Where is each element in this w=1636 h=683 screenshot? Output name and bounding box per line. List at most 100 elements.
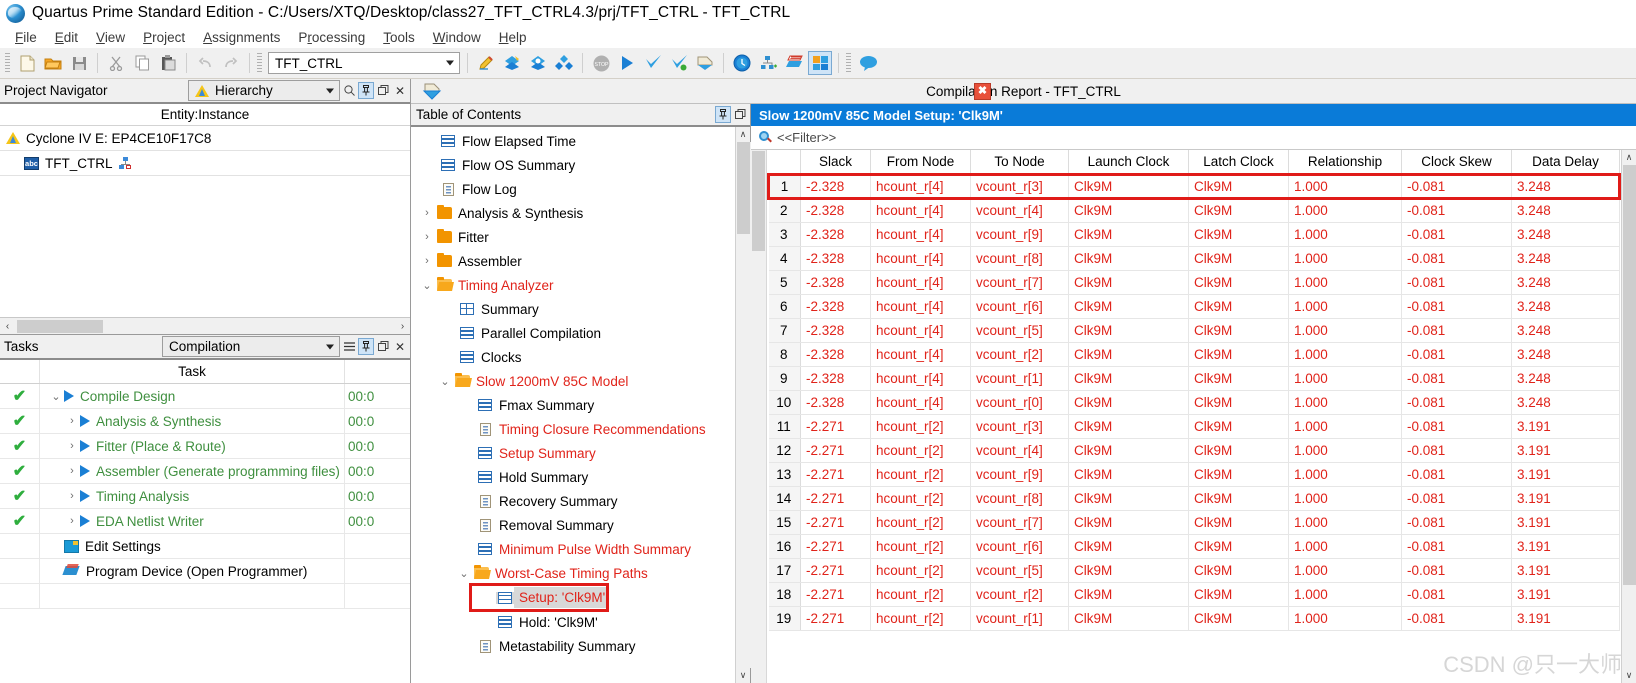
toc-item-metastability-summary[interactable]: Metastability Summary bbox=[411, 634, 735, 658]
menu-edit[interactable]: Edit bbox=[46, 29, 87, 46]
task-row[interactable]: ✔ › Assembler (Generate programming file… bbox=[0, 459, 410, 484]
close-icon[interactable]: ✕ bbox=[392, 82, 408, 99]
table-row[interactable]: 1 -2.328 hcount_r[4] vcount_r[3] Clk9M Clk9M 1… bbox=[767, 172, 1621, 200]
scroll-right-icon[interactable]: › bbox=[395, 319, 410, 334]
new-file-icon[interactable] bbox=[15, 51, 39, 75]
menu-project[interactable]: Project bbox=[134, 29, 194, 46]
table-row[interactable]: 16 -2.271 hcount_r[2] vcount_r[6] Clk9M Clk9M… bbox=[768, 534, 1620, 559]
task-cell[interactable]: Edit Settings bbox=[40, 534, 345, 558]
paste-icon[interactable] bbox=[156, 51, 180, 75]
project-revision-combo[interactable]: TFT_CTRL bbox=[268, 52, 460, 74]
undo-icon[interactable] bbox=[193, 51, 217, 75]
task-row[interactable]: ✔ › Fitter (Place & Route) 00:0 bbox=[0, 434, 410, 459]
assembler-icon[interactable] bbox=[693, 51, 717, 75]
table-row[interactable]: 17 -2.271 hcount_r[2] vcount_r[5] Clk9M Clk9M… bbox=[768, 558, 1620, 583]
hierarchy-view-combo[interactable]: Hierarchy bbox=[188, 80, 340, 101]
filter-input[interactable]: <<Filter>> bbox=[777, 130, 836, 145]
chevron-right-icon[interactable]: › bbox=[419, 255, 435, 267]
message-bubble-icon[interactable] bbox=[856, 51, 880, 75]
save-icon[interactable] bbox=[67, 51, 91, 75]
scroll-up-icon[interactable]: ∧ bbox=[1622, 150, 1636, 165]
toc-item-summary[interactable]: Summary bbox=[411, 297, 735, 321]
pencil-edit-icon[interactable] bbox=[474, 51, 498, 75]
menu-help[interactable]: Help bbox=[490, 29, 536, 46]
scroll-left-icon[interactable]: ‹ bbox=[0, 319, 15, 334]
task-cell[interactable]: › Fitter (Place & Route) bbox=[40, 434, 345, 458]
toc-item-recovery-summary[interactable]: Recovery Summary bbox=[411, 489, 735, 513]
column-header-to-node[interactable]: To Node bbox=[970, 150, 1069, 175]
toc-item-assembler[interactable]: › Assembler bbox=[411, 249, 735, 273]
toc-item-analysis-synthesis[interactable]: › Analysis & Synthesis bbox=[411, 201, 735, 225]
run-task-icon[interactable] bbox=[80, 490, 90, 502]
timing-analyzer-icon[interactable] bbox=[730, 51, 754, 75]
toc-item-minimum-pulse-width-summary[interactable]: Minimum Pulse Width Summary bbox=[411, 537, 735, 561]
table-row[interactable]: 9 -2.328 hcount_r[4] vcount_r[1] Clk9M Clk9M 1… bbox=[768, 366, 1620, 391]
left-scroll-thumb[interactable] bbox=[752, 151, 765, 251]
toc-item-slow-model[interactable]: ⌄ Slow 1200mV 85C Model bbox=[411, 369, 735, 393]
toc-item-fmax-summary[interactable]: Fmax Summary bbox=[411, 393, 735, 417]
pin-icon[interactable] bbox=[358, 338, 374, 355]
task-cell[interactable]: › Analysis & Synthesis bbox=[40, 409, 345, 433]
toc-item-setup-clk9m[interactable]: Setup: 'Clk9M' bbox=[469, 583, 610, 612]
undock-icon[interactable] bbox=[732, 106, 748, 123]
grid-vscroll-track[interactable] bbox=[1621, 165, 1636, 668]
table-row[interactable]: 4 -2.328 hcount_r[4] vcount_r[8] Clk9M Clk9M 1… bbox=[768, 246, 1620, 271]
table-row[interactable]: 15 -2.271 hcount_r[2] vcount_r[7] Clk9M Clk9M… bbox=[768, 510, 1620, 535]
toc-item-timing-closure-recommendations[interactable]: Timing Closure Recommendations bbox=[411, 417, 735, 441]
hscroll-thumb[interactable] bbox=[17, 319, 103, 333]
toc-item-worst-case-timing-paths[interactable]: ⌄ Worst-Case Timing Paths bbox=[411, 561, 735, 585]
chevron-right-icon[interactable]: › bbox=[419, 231, 435, 243]
hscroll-track[interactable] bbox=[15, 319, 395, 333]
toc-item-clocks[interactable]: Clocks bbox=[411, 345, 735, 369]
column-header-relationship[interactable]: Relationship bbox=[1288, 150, 1402, 175]
report-grid-left-scrollbar[interactable] bbox=[751, 150, 767, 683]
column-header-latch-clock[interactable]: Latch Clock bbox=[1188, 150, 1289, 175]
toc-vscroll-thumb[interactable] bbox=[736, 142, 750, 234]
task-cell[interactable]: › Timing Analysis bbox=[40, 484, 345, 508]
toc-vscrollbar[interactable]: ∧ ∨ bbox=[735, 127, 751, 683]
pin-planner-icon[interactable] bbox=[756, 51, 780, 75]
table-row[interactable]: 14 -2.271 hcount_r[2] vcount_r[8] Clk9M Clk9M… bbox=[768, 486, 1620, 511]
table-row[interactable]: 11 -2.271 hcount_r[2] vcount_r[3] Clk9M Clk9M… bbox=[768, 414, 1620, 439]
start-compilation-icon[interactable] bbox=[615, 51, 639, 75]
chevron-right-icon[interactable]: › bbox=[419, 207, 435, 219]
task-cell[interactable]: › Assembler (Generate programming files) bbox=[40, 459, 345, 483]
column-header-from-node[interactable]: From Node bbox=[870, 150, 971, 175]
table-row[interactable]: 18 -2.271 hcount_r[2] vcount_r[2] Clk9M Clk9M… bbox=[768, 582, 1620, 607]
toc-item-hold-summary[interactable]: Hold Summary bbox=[411, 465, 735, 489]
cut-icon[interactable] bbox=[104, 51, 128, 75]
compile-flow-icon[interactable] bbox=[552, 51, 576, 75]
run-task-icon[interactable] bbox=[64, 390, 74, 402]
menu-view[interactable]: View bbox=[87, 29, 134, 46]
report-grid-vscrollbar[interactable]: ∧ ∨ bbox=[1621, 150, 1636, 683]
task-row[interactable]: ✔ › Timing Analysis 00:0 bbox=[0, 484, 410, 509]
search-icon[interactable] bbox=[341, 82, 357, 99]
open-folder-icon[interactable] bbox=[41, 51, 65, 75]
toc-item-hold-clk9m[interactable]: Hold: 'Clk9M' bbox=[411, 610, 735, 634]
chevron-right-icon[interactable]: › bbox=[64, 490, 80, 502]
toc-item-timing-analyzer[interactable]: ⌄ Timing Analyzer bbox=[411, 273, 735, 297]
toc-item-flow-os-summary[interactable]: Flow OS Summary bbox=[411, 153, 735, 177]
toc-item-fitter[interactable]: › Fitter bbox=[411, 225, 735, 249]
toc-item-parallel-compilation[interactable]: Parallel Compilation bbox=[411, 321, 735, 345]
table-row[interactable]: 7 -2.328 hcount_r[4] vcount_r[5] Clk9M Clk9M 1… bbox=[768, 318, 1620, 343]
chevron-right-icon[interactable]: › bbox=[64, 415, 80, 427]
chevron-right-icon[interactable]: › bbox=[64, 440, 80, 452]
close-icon[interactable]: ✕ bbox=[392, 338, 408, 355]
toc-item-removal-summary[interactable]: Removal Summary bbox=[411, 513, 735, 537]
chevron-down-icon[interactable]: ⌄ bbox=[48, 390, 64, 403]
programmer-icon[interactable] bbox=[782, 51, 806, 75]
chevron-down-icon[interactable]: ⌄ bbox=[437, 375, 453, 388]
compile-all-icon[interactable] bbox=[500, 51, 524, 75]
table-row[interactable]: 8 -2.328 hcount_r[4] vcount_r[2] Clk9M Clk9M 1… bbox=[768, 342, 1620, 367]
column-header-slack[interactable]: Slack bbox=[800, 150, 871, 175]
table-row[interactable]: 12 -2.271 hcount_r[2] vcount_r[4] Clk9M Clk9M… bbox=[768, 438, 1620, 463]
pin-icon[interactable] bbox=[715, 106, 731, 123]
task-cell[interactable]: › EDA Netlist Writer bbox=[40, 509, 345, 533]
chevron-right-icon[interactable]: › bbox=[64, 515, 80, 527]
undock-icon[interactable] bbox=[375, 82, 391, 99]
scroll-down-icon[interactable]: ∨ bbox=[1622, 668, 1636, 683]
task-row[interactable]: Edit Settings bbox=[0, 534, 410, 559]
column-header-rownum[interactable] bbox=[768, 150, 801, 175]
task-row[interactable]: ✔ › Analysis & Synthesis 00:0 bbox=[0, 409, 410, 434]
